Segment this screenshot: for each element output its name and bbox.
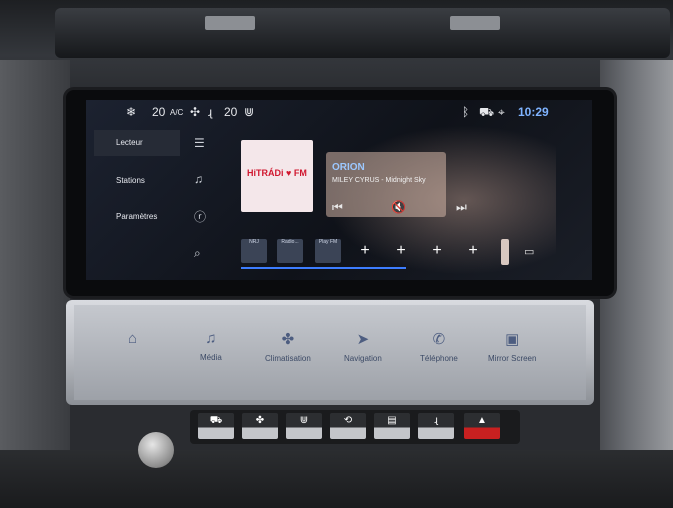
mirror-screen-icon: ▣: [505, 331, 520, 348]
fan-speed-icon[interactable]: ✣: [190, 105, 200, 119]
fan-icon[interactable]: ❄: [126, 105, 136, 119]
hazard-icon: ▲: [477, 415, 487, 426]
add-preset-icon[interactable]: +: [389, 239, 413, 263]
sidebar: Lecteur Stations Paramètres: [86, 130, 182, 280]
add-preset-icon[interactable]: +: [461, 239, 485, 263]
fan-icon: ✤: [255, 415, 265, 426]
rear-window-icon: ▤: [387, 415, 397, 426]
recirculation-button[interactable]: ⟲: [330, 413, 366, 439]
sidebar-item-lecteur[interactable]: Lecteur: [94, 130, 180, 156]
shortcut-label: Climatisation: [265, 354, 311, 363]
center-console: [0, 450, 673, 508]
home-icon: ⌂: [128, 330, 138, 347]
temp-right[interactable]: 20: [224, 105, 237, 119]
seat-heat-button[interactable]: ɻ: [418, 413, 454, 439]
rear-defrost-button[interactable]: ⛟: [198, 413, 234, 439]
clock: 10:29: [518, 105, 549, 119]
add-preset-icon[interactable]: +: [353, 239, 377, 263]
add-preset-icon[interactable]: +: [425, 239, 449, 263]
shortcut-climatisation[interactable]: ✤ Climatisation: [265, 330, 311, 363]
car-front-icon: ⛟: [209, 415, 223, 426]
previous-icon[interactable]: ⏮: [332, 200, 343, 215]
navigation-icon: ➤: [356, 331, 370, 348]
recirculation-icon: ⟲: [343, 415, 353, 426]
volume-knob[interactable]: [138, 432, 174, 468]
shortcut-label: Navigation: [344, 354, 382, 363]
shortcut-media[interactable]: ♫ Média: [200, 330, 222, 362]
sidebar-item-parametres[interactable]: Paramètres: [94, 204, 180, 230]
vent-tab: [205, 16, 255, 30]
location-icon: ⌖: [498, 105, 505, 119]
rear-defrost-icon[interactable]: ⋓: [244, 105, 254, 119]
shortcut-label: Téléphone: [420, 354, 458, 363]
music-note-icon[interactable]: ♫: [194, 172, 203, 186]
radio-source-icon[interactable]: ⓡ: [194, 208, 206, 225]
max-fan-button[interactable]: ✤: [242, 413, 278, 439]
infotainment-screen: ❄ 20 A/C ✣ ɻ 20 ⋓ ᛒ ⛟ ⌖ 10:29 Lecteur St…: [86, 100, 592, 280]
bluetooth-icon: ᛒ: [462, 105, 470, 119]
shortcut-navigation[interactable]: ➤ Navigation: [344, 330, 382, 363]
car-icon: ⛟: [479, 105, 495, 119]
hazard-button[interactable]: ▲: [464, 413, 500, 439]
preset-nrj[interactable]: NRJ: [241, 239, 267, 263]
dashboard-left: [0, 60, 70, 508]
rear-window-button[interactable]: ▤: [374, 413, 410, 439]
preset-play-fm[interactable]: Play FM: [315, 239, 341, 263]
track-title: MILEY CYRUS - Midnight Sky: [332, 177, 426, 184]
windshield-icon: ⋓: [299, 415, 309, 426]
shortcut-telephone[interactable]: ✆ Téléphone: [420, 330, 458, 363]
shortcut-label: Mirror Screen: [488, 354, 537, 363]
sidebar-item-stations[interactable]: Stations: [94, 168, 180, 194]
media-icon: ♫: [205, 330, 217, 347]
station-name: ORION: [332, 162, 365, 173]
scroll-indicator[interactable]: [501, 239, 509, 265]
station-artwork: HiTRÁDi ♥ FM: [241, 140, 313, 212]
fan-icon: ✤: [281, 331, 295, 348]
temp-left[interactable]: 20: [152, 105, 165, 119]
folder-icon[interactable]: ▭: [524, 245, 534, 258]
shortcut-mirror-screen[interactable]: ▣ Mirror Screen: [488, 330, 536, 363]
status-bar: ❄ 20 A/C ✣ ɻ 20 ⋓ ᛒ ⛟ ⌖ 10:29: [86, 100, 592, 124]
vent-tab: [450, 16, 500, 30]
shortcut-home[interactable]: ⌂: [128, 330, 137, 353]
mute-icon[interactable]: 🔇: [391, 200, 406, 214]
menu-icon[interactable]: ☰: [194, 136, 205, 150]
shortcut-label: Média: [200, 353, 222, 362]
preset-radio[interactable]: Radio...: [277, 239, 303, 263]
front-defrost-button[interactable]: ⋓: [286, 413, 322, 439]
phone-icon: ✆: [432, 331, 446, 348]
next-icon[interactable]: ⏭: [456, 200, 467, 215]
ac-label[interactable]: A/C: [170, 108, 183, 117]
station-logo: HiTRÁDi ♥ FM: [247, 168, 307, 178]
seat-icon: ɻ: [434, 415, 438, 426]
seat-icon[interactable]: ɻ: [208, 105, 212, 119]
air-vent: [55, 8, 670, 58]
preset-underline: [241, 267, 406, 269]
search-icon[interactable]: ⌕: [194, 246, 201, 261]
